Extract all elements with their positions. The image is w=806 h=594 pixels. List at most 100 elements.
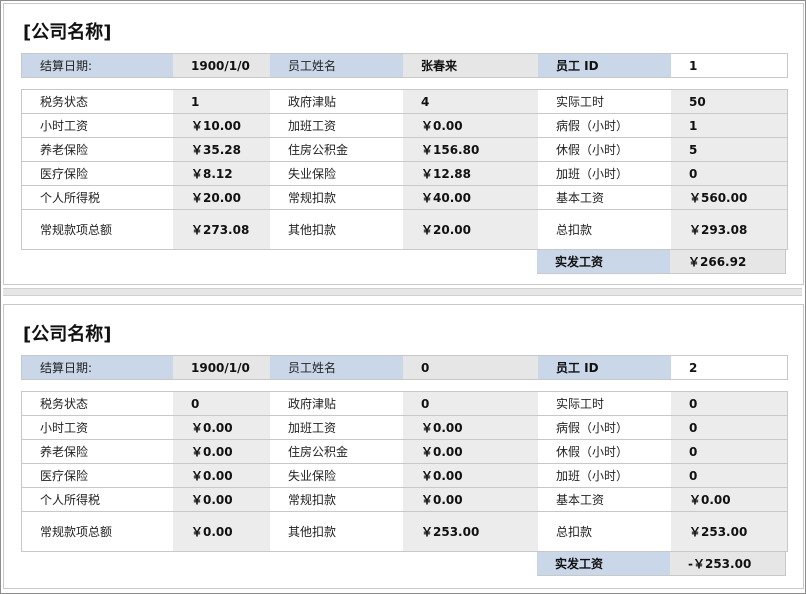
employee-id-value: 2: [671, 356, 787, 380]
table-row: 小时工资 ￥0.00 加班工资 ￥0.00 病假（小时） 0: [21, 416, 788, 440]
cell-label: 加班（小时）: [538, 162, 671, 186]
table-row: 常规款项总额 ￥0.00 其他扣款 ￥253.00 总扣款 ￥253.00: [21, 512, 788, 552]
payslip-2: [公司名称] 结算日期: 1900/1/0 员工姓名 0 员工 ID 2 税务状…: [3, 304, 804, 589]
cell-value: ￥0.00: [173, 440, 270, 464]
cell-value: ￥0.00: [403, 416, 538, 440]
cell-label: 医疗保险: [22, 162, 173, 186]
cell-label: 总扣款: [538, 210, 671, 250]
cell-label: 养老保险: [22, 138, 173, 162]
cell-value: 0: [403, 392, 538, 416]
net-pay-value: ￥266.92: [670, 250, 786, 274]
net-pay-value: -￥253.00: [670, 552, 786, 576]
empty-cell: [172, 250, 269, 274]
table-row: 养老保险 ￥35.28 住房公积金 ￥156.80 休假（小时） 5: [21, 138, 788, 162]
settle-date-label: 结算日期:: [22, 356, 173, 380]
employee-id-label: 员工 ID: [538, 54, 671, 78]
cell-value: 0: [671, 416, 787, 440]
cell-value: 0: [671, 162, 787, 186]
cell-value: ￥35.28: [173, 138, 270, 162]
cell-label: 基本工资: [538, 488, 671, 512]
cell-label: 个人所得税: [22, 488, 173, 512]
empty-cell: [269, 250, 402, 274]
cell-label: 常规款项总额: [22, 210, 173, 250]
cell-value: ￥12.88: [403, 162, 538, 186]
cell-value: ￥0.00: [173, 464, 270, 488]
cell-label: 医疗保险: [22, 464, 173, 488]
cell-label: 住房公积金: [270, 138, 403, 162]
employee-id-value: 1: [671, 54, 787, 78]
cell-label: 失业保险: [270, 464, 403, 488]
payslip-1: [公司名称] 结算日期: 1900/1/0 员工姓名 张春来 员工 ID 1 税…: [3, 3, 804, 285]
cell-label: 常规款项总额: [22, 512, 173, 552]
cell-value: ￥253.00: [671, 512, 787, 552]
cell-label: 实际工时: [538, 392, 671, 416]
cell-value: ￥253.00: [403, 512, 538, 552]
cell-label: 其他扣款: [270, 512, 403, 552]
empty-cell: [269, 552, 402, 576]
cell-value: ￥0.00: [403, 440, 538, 464]
net-pay-row: 实发工资 -￥253.00: [21, 552, 786, 576]
cell-label: 加班工资: [270, 114, 403, 138]
cell-label: 政府津贴: [270, 392, 403, 416]
empty-cell: [402, 552, 537, 576]
cell-label: 基本工资: [538, 186, 671, 210]
cell-label: 加班工资: [270, 416, 403, 440]
cell-label: 税务状态: [22, 392, 173, 416]
cell-value: 1: [671, 114, 787, 138]
employee-id-label: 员工 ID: [538, 356, 671, 380]
cell-value: ￥156.80: [403, 138, 538, 162]
employee-name-value: 0: [403, 356, 538, 380]
cell-label: 休假（小时）: [538, 440, 671, 464]
cell-label: 小时工资: [22, 416, 173, 440]
employee-name-label: 员工姓名: [270, 54, 403, 78]
table-row: 医疗保险 ￥0.00 失业保险 ￥0.00 加班（小时） 0: [21, 464, 788, 488]
cell-value: ￥0.00: [671, 488, 787, 512]
cell-value: ￥0.00: [403, 488, 538, 512]
cell-value: ￥8.12: [173, 162, 270, 186]
cell-value: 0: [671, 464, 787, 488]
cell-label: 其他扣款: [270, 210, 403, 250]
net-pay-row: 实发工资 ￥266.92: [21, 250, 786, 274]
cell-label: 税务状态: [22, 90, 173, 114]
table-row: 税务状态 1 政府津贴 4 实际工时 50: [21, 89, 788, 114]
settle-date-label: 结算日期:: [22, 54, 173, 78]
cell-value: ￥293.08: [671, 210, 787, 250]
cell-label: 加班（小时）: [538, 464, 671, 488]
company-name: [公司名称]: [23, 324, 112, 345]
cell-value: 1: [173, 90, 270, 114]
empty-cell: [21, 552, 172, 576]
table-row: 个人所得税 ￥0.00 常规扣款 ￥0.00 基本工资 ￥0.00: [21, 488, 788, 512]
cell-value: ￥0.00: [403, 464, 538, 488]
net-pay-label: 实发工资: [537, 552, 670, 576]
cell-label: 病假（小时）: [538, 416, 671, 440]
company-name: [公司名称]: [23, 22, 112, 43]
cell-value: ￥0.00: [403, 114, 538, 138]
payslip-header-row: 结算日期: 1900/1/0 员工姓名 0 员工 ID 2: [21, 355, 788, 380]
cell-value: 50: [671, 90, 787, 114]
cell-value: 0: [671, 440, 787, 464]
cell-value: 4: [403, 90, 538, 114]
cell-label: 小时工资: [22, 114, 173, 138]
cell-value: ￥10.00: [173, 114, 270, 138]
employee-name-value: 张春来: [403, 54, 538, 78]
cell-label: 病假（小时）: [538, 114, 671, 138]
settle-date-value: 1900/1/0: [173, 356, 270, 380]
cell-value: ￥20.00: [403, 210, 538, 250]
table-row: 小时工资 ￥10.00 加班工资 ￥0.00 病假（小时） 1: [21, 114, 788, 138]
cell-label: 常规扣款: [270, 186, 403, 210]
cell-value: ￥273.08: [173, 210, 270, 250]
payslip-header-row: 结算日期: 1900/1/0 员工姓名 张春来 员工 ID 1: [21, 53, 788, 78]
document-frame: [公司名称] 结算日期: 1900/1/0 员工姓名 张春来 员工 ID 1 税…: [0, 0, 806, 594]
empty-cell: [21, 250, 172, 274]
cell-label: 休假（小时）: [538, 138, 671, 162]
cell-value: ￥0.00: [173, 488, 270, 512]
table-row: 个人所得税 ￥20.00 常规扣款 ￥40.00 基本工资 ￥560.00: [21, 186, 788, 210]
cell-label: 住房公积金: [270, 440, 403, 464]
cell-label: 总扣款: [538, 512, 671, 552]
cell-value: ￥0.00: [173, 512, 270, 552]
employee-name-label: 员工姓名: [270, 356, 403, 380]
table-row: 常规款项总额 ￥273.08 其他扣款 ￥20.00 总扣款 ￥293.08: [21, 210, 788, 250]
cell-value: ￥20.00: [173, 186, 270, 210]
page-separator: [3, 288, 802, 296]
cell-value: 0: [671, 392, 787, 416]
